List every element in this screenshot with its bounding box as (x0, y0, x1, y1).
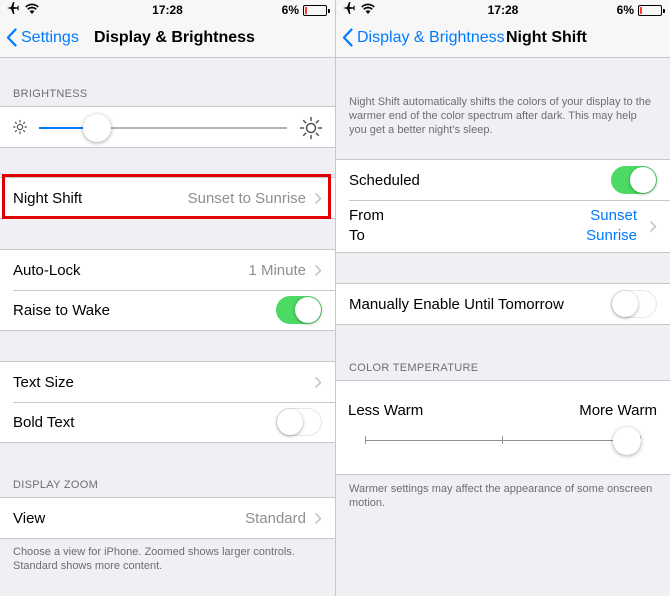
night-shift-highlight (2, 174, 331, 219)
back-label: Display & Brightness (357, 28, 505, 46)
back-label: Settings (21, 28, 79, 46)
page-title: Display & Brightness (94, 29, 255, 46)
brightness-slider[interactable] (39, 113, 287, 143)
display-brightness-screen: 17:28 6% Settings Display & Brightness B… (0, 0, 335, 596)
brightness-group (0, 106, 335, 148)
status-bar: 17:28 6% (336, 0, 670, 20)
section-header-brightness: BRIGHTNESS (13, 88, 88, 100)
color-temperature-knob[interactable] (613, 427, 641, 455)
page-title: Night Shift (506, 29, 587, 46)
color-temperature-group: Less Warm More Warm (336, 380, 670, 475)
section-header-display-zoom: DISPLAY ZOOM (13, 479, 99, 491)
display-zoom-footer: Choose a view for iPhone. Zoomed shows l… (13, 546, 295, 572)
view-row[interactable]: View Standard (0, 498, 335, 538)
view-value: Standard (245, 509, 306, 527)
auto-lock-row[interactable]: Auto-Lock 1 Minute (0, 250, 335, 290)
schedule-group: Scheduled From To Sunset Sunrise (336, 159, 670, 253)
manual-enable-label: Manually Enable Until Tomorrow (349, 295, 564, 313)
from-value: Sunset (590, 207, 637, 224)
battery-icon (638, 4, 665, 16)
scheduled-row: Scheduled (336, 160, 670, 200)
bold-text-label: Bold Text (13, 413, 75, 431)
chevron-right-icon (314, 376, 322, 388)
text-size-row[interactable]: Text Size (0, 362, 335, 402)
bold-text-row: Bold Text (0, 402, 335, 442)
chevron-right-icon (314, 264, 322, 276)
text-size-label: Text Size (13, 373, 74, 391)
raise-to-wake-row: Raise to Wake (0, 290, 335, 330)
auto-lock-value: 1 Minute (248, 261, 306, 279)
bold-text-toggle[interactable] (276, 408, 322, 436)
manual-group: Manually Enable Until Tomorrow (336, 283, 670, 325)
night-shift-description: Night Shift automatically shifts the col… (349, 96, 652, 136)
to-label: To (349, 227, 365, 244)
battery-percent: 6% (616, 3, 634, 17)
back-button[interactable]: Settings (6, 28, 79, 47)
lock-wake-group: Auto-Lock 1 Minute Raise to Wake (0, 249, 335, 331)
from-label: From (349, 207, 384, 224)
chevron-left-icon (6, 28, 17, 47)
view-label: View (13, 509, 46, 527)
status-bar: 17:28 6% (0, 0, 335, 20)
display-zoom-group: View Standard (0, 497, 335, 539)
from-to-row[interactable]: From To Sunset Sunrise (336, 200, 670, 252)
more-warm-label: More Warm (579, 402, 657, 419)
chevron-left-icon (342, 28, 353, 47)
sun-large-icon (299, 116, 323, 140)
color-temperature-slider[interactable] (365, 426, 641, 456)
navigation-bar: Display & Brightness Night Shift (336, 20, 670, 58)
battery-icon (303, 4, 330, 16)
scheduled-toggle[interactable] (611, 166, 657, 194)
raise-to-wake-label: Raise to Wake (13, 301, 110, 319)
text-group: Text Size Bold Text (0, 361, 335, 443)
manual-enable-toggle[interactable] (611, 290, 657, 318)
less-warm-label: Less Warm (348, 402, 424, 419)
chevron-right-icon (314, 512, 322, 524)
battery-percent: 6% (281, 3, 299, 17)
brightness-slider-knob[interactable] (83, 114, 111, 142)
manual-enable-row: Manually Enable Until Tomorrow (336, 284, 670, 324)
back-button[interactable]: Display & Brightness (342, 28, 505, 47)
sun-small-icon (12, 119, 28, 135)
section-header-color-temperature: COLOR TEMPERATURE (349, 362, 479, 374)
scheduled-label: Scheduled (349, 171, 420, 189)
navigation-bar: Settings Display & Brightness (0, 20, 335, 58)
to-value: Sunrise (586, 227, 637, 244)
auto-lock-label: Auto-Lock (13, 261, 81, 279)
chevron-right-icon (649, 220, 657, 232)
night-shift-screen: 17:28 6% Display & Brightness Night Shif… (336, 0, 670, 596)
raise-to-wake-toggle[interactable] (276, 296, 322, 324)
color-temperature-footer: Warmer settings may affect the appearanc… (349, 483, 653, 509)
